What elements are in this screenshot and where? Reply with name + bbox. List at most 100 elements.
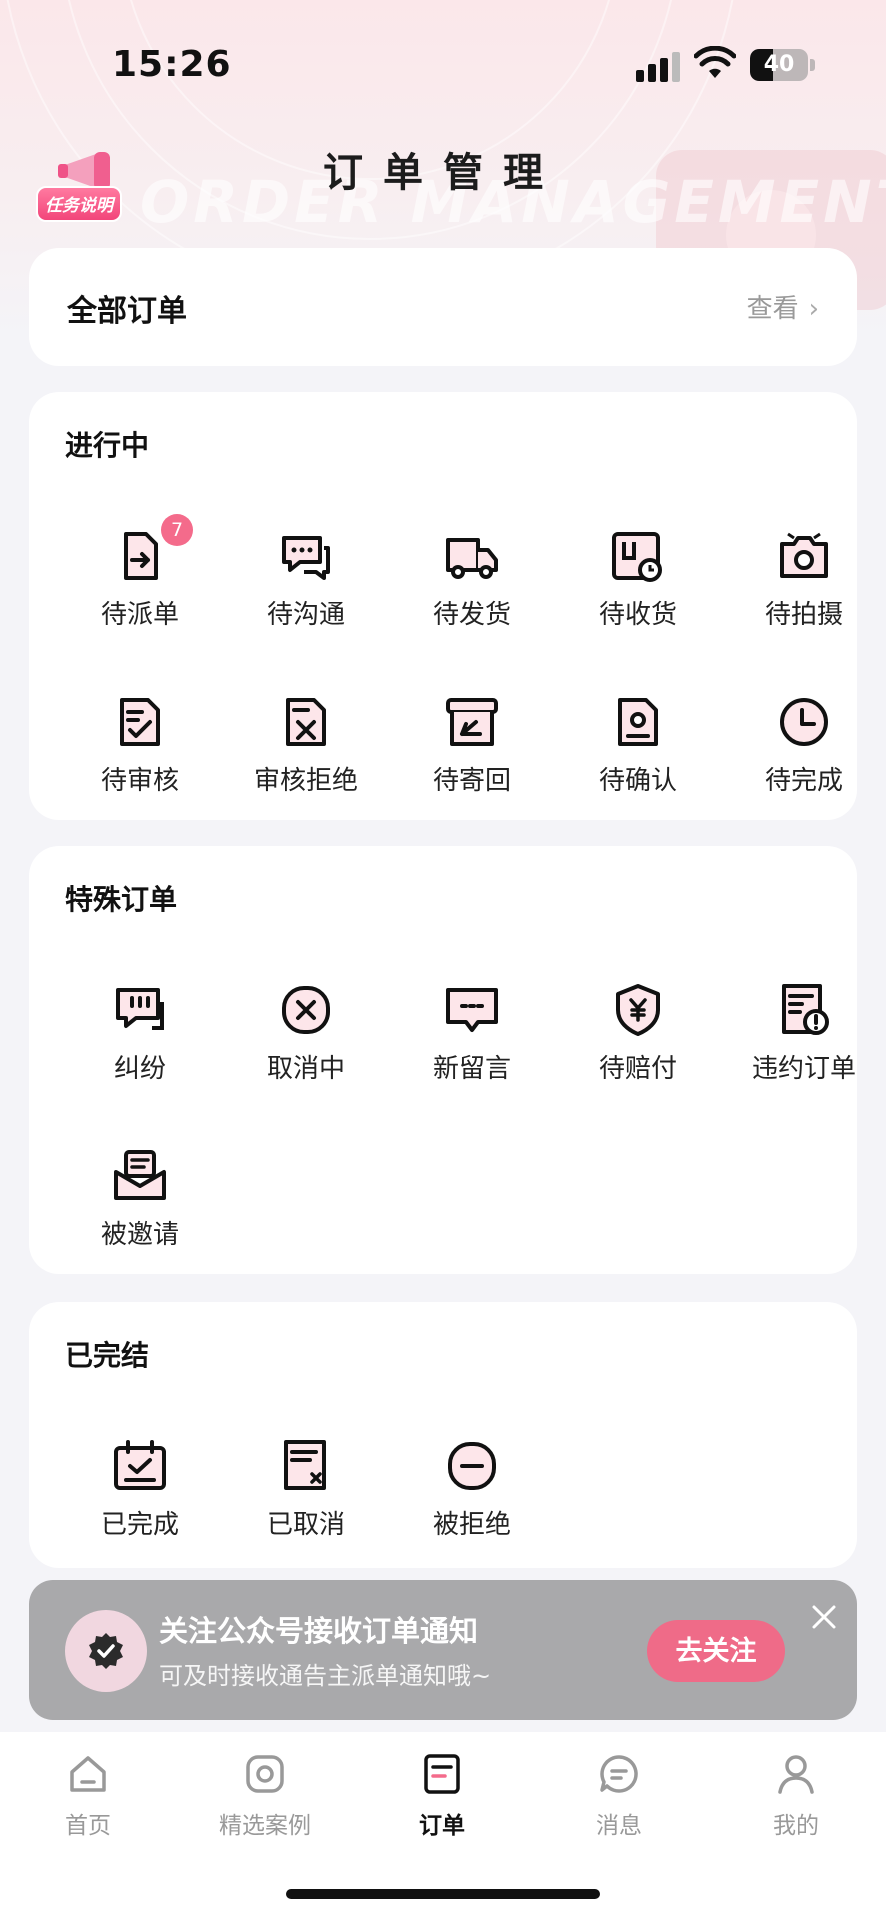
battery-icon: 40 <box>750 49 808 81</box>
verified-badge-icon <box>89 1633 123 1669</box>
order-status-label: 待发货 <box>432 600 511 630</box>
order-status-label: 待派单 <box>100 600 179 630</box>
tab-label: 订单 <box>419 1813 465 1839</box>
order-status-label: 被邀请 <box>100 1220 179 1250</box>
order-status-label: 违约订单 <box>751 1054 856 1084</box>
order-status-label: 审核拒绝 <box>253 766 358 796</box>
user-icon <box>778 1755 814 1794</box>
circle-x-icon <box>278 982 334 1038</box>
order-status-label: 纠纷 <box>113 1054 166 1084</box>
order-status-label: 取消中 <box>266 1054 345 1084</box>
order-status-pending-shoot[interactable]: 待拍摄 <box>721 528 886 658</box>
order-status-pending-communication[interactable]: 待沟通 <box>223 528 389 658</box>
order-status-label: 待审核 <box>100 766 179 796</box>
order-status-pending-compensation[interactable]: 待赔付 <box>555 982 721 1112</box>
special-orders-section: 特殊订单 纠纷 取消中 新留言 待赔付 违约订单 被邀请 <box>29 846 857 1274</box>
shield-yen-icon <box>610 982 666 1038</box>
order-status-dispute[interactable]: 纠纷 <box>57 982 223 1112</box>
document-check-icon <box>112 694 168 750</box>
order-status-label: 待确认 <box>598 766 677 796</box>
tab-messages[interactable]: 消息 <box>539 1752 699 1862</box>
order-status-label: 待沟通 <box>266 600 345 630</box>
order-status-pending-shipment[interactable]: 待发货 <box>389 528 555 658</box>
all-orders-row[interactable]: 全部订单 查看 › <box>29 248 857 366</box>
order-status-pending-confirm[interactable]: 待确认 <box>555 694 721 824</box>
close-icon[interactable] <box>809 1602 839 1632</box>
order-status-pending-review[interactable]: 待审核 <box>57 694 223 824</box>
status-bar: 15:26 40 <box>0 0 886 130</box>
return-box-icon <box>444 694 500 750</box>
order-status-label: 待寄回 <box>432 766 511 796</box>
all-orders-label: 全部订单 <box>67 294 187 329</box>
order-status-cancelled[interactable]: 已取消 <box>223 1438 389 1568</box>
tab-label: 精选案例 <box>219 1813 311 1839</box>
banner-subtitle: 可及时接收通告主派单通知哦~ <box>159 1662 492 1690</box>
order-status-pending-dispatch[interactable]: 7 待派单 <box>57 514 223 658</box>
tab-home[interactable]: 首页 <box>8 1752 168 1862</box>
order-status-completed[interactable]: 已完成 <box>57 1438 223 1568</box>
order-status-cancelling[interactable]: 取消中 <box>223 982 389 1112</box>
home-indicator <box>286 1889 600 1899</box>
wifi-icon <box>694 46 736 78</box>
in-progress-title: 进行中 <box>65 429 150 462</box>
cellular-signal-icon <box>636 52 682 82</box>
clock-icon <box>776 694 832 750</box>
badge-avatar <box>65 1610 147 1692</box>
order-status-label: 待收货 <box>598 600 677 630</box>
document-cancel-icon <box>278 1438 334 1494</box>
in-progress-section: 进行中 7 待派单 待沟通 待发货 待收货 待拍摄 待审核 审核拒绝 待寄回 待… <box>29 392 857 820</box>
unread-badge: 7 <box>161 514 193 546</box>
camera-square-icon <box>246 1755 284 1793</box>
order-status-new-message[interactable]: 新留言 <box>389 982 555 1112</box>
tab-label: 首页 <box>65 1813 111 1839</box>
document-person-icon <box>610 694 666 750</box>
order-status-label: 待完成 <box>764 766 843 796</box>
tab-label: 我的 <box>773 1813 819 1839</box>
order-status-pending-return[interactable]: 待寄回 <box>389 694 555 824</box>
home-icon <box>70 1756 106 1792</box>
completed-title: 已完结 <box>65 1339 150 1372</box>
package-clock-icon <box>610 528 666 584</box>
tab-orders[interactable]: 订单 <box>362 1752 522 1862</box>
order-status-review-rejected[interactable]: 审核拒绝 <box>223 694 389 824</box>
order-status-label: 已取消 <box>266 1510 345 1540</box>
order-icon <box>424 1754 460 1794</box>
circle-minus-icon <box>444 1438 500 1494</box>
order-status-rejected[interactable]: 被拒绝 <box>389 1438 555 1568</box>
order-status-pending-receipt[interactable]: 待收货 <box>555 528 721 658</box>
order-status-label: 待赔付 <box>598 1054 677 1084</box>
order-status-label: 待拍摄 <box>764 600 843 630</box>
tab-me[interactable]: 我的 <box>716 1752 876 1862</box>
chat-alert-icon <box>112 982 168 1038</box>
completed-section: 已完结 已完成 已取消 被拒绝 <box>29 1302 857 1568</box>
envelope-icon <box>112 1148 168 1204</box>
order-status-label: 被拒绝 <box>432 1510 511 1540</box>
order-status-label: 已完成 <box>100 1510 179 1540</box>
order-status-breach[interactable]: 违约订单 <box>721 982 886 1112</box>
message-icon <box>600 1755 638 1793</box>
order-status-invited[interactable]: 被邀请 <box>57 1148 223 1278</box>
follow-button[interactable]: 去关注 <box>647 1620 785 1682</box>
order-status-pending-complete[interactable]: 待完成 <box>721 694 886 824</box>
special-orders-title: 特殊订单 <box>65 883 178 916</box>
message-dots-icon <box>444 982 500 1038</box>
status-time: 15:26 <box>112 44 232 85</box>
follow-notification-banner: 关注公众号接收订单通知 可及时接收通告主派单通知哦~ 去关注 <box>29 1580 857 1720</box>
delivery-truck-icon <box>444 528 500 584</box>
calendar-check-icon <box>112 1438 168 1494</box>
document-alert-icon <box>776 982 832 1038</box>
document-arrow-icon <box>112 528 168 584</box>
document-x-icon <box>278 694 334 750</box>
order-status-label: 新留言 <box>432 1054 511 1084</box>
tab-label: 消息 <box>596 1813 642 1839</box>
banner-title: 关注公众号接收订单通知 <box>159 1614 479 1648</box>
view-all-link[interactable]: 查看 › <box>747 288 819 325</box>
battery-level: 40 <box>763 52 795 77</box>
chat-bubbles-icon <box>278 528 334 584</box>
camera-icon <box>776 528 832 584</box>
chevron-right-icon: › <box>808 294 819 324</box>
view-all-label: 查看 <box>746 294 799 324</box>
page-title: 订单管理 <box>323 150 563 196</box>
battery-tip <box>810 59 815 71</box>
tab-featured-cases[interactable]: 精选案例 <box>185 1752 345 1862</box>
